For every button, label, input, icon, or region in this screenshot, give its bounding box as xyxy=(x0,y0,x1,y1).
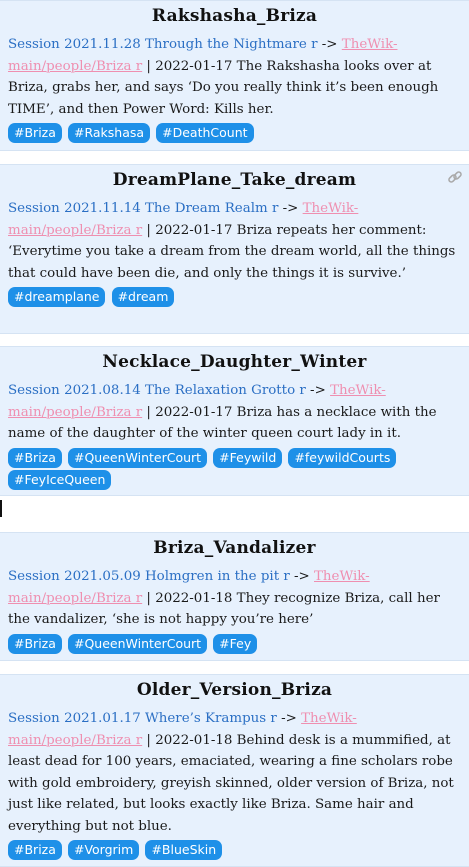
tag[interactable]: #Feywild xyxy=(213,447,283,468)
note-card: Briza_Vandalizer Session 2021.05.09 Holm… xyxy=(0,532,469,661)
card-title: Necklace_Daughter_Winter xyxy=(102,352,367,372)
card-text: Session 2021.08.14 The Relaxation Grotto… xyxy=(0,380,469,445)
tag[interactable]: #DeathCount xyxy=(156,123,254,143)
tag[interactable]: #Briza xyxy=(8,123,62,143)
tag-list: #Briza #Rakshasa #DeathCount xyxy=(0,120,469,144)
arrow: -> xyxy=(278,201,303,216)
tag[interactable]: #Fey xyxy=(213,633,258,654)
tag[interactable]: #QueenWinterCourt xyxy=(67,447,208,468)
card-title: Briza_Vandalizer xyxy=(153,538,316,558)
tag-list: #Briza #QueenWinterCourt #Feywild #feywi… xyxy=(0,445,469,491)
card-title: Older_Version_Briza xyxy=(136,680,333,700)
session-link[interactable]: Session 2021.08.14 The Relaxation Grotto… xyxy=(8,383,306,398)
tag[interactable]: #Vorgrim xyxy=(67,840,140,860)
tag-list: #Briza #Vorgrim #BlueSkin xyxy=(0,837,469,861)
tag[interactable]: #dream xyxy=(111,287,175,307)
session-link[interactable]: Session 2021.05.09 Holmgren in the pit r xyxy=(8,569,290,584)
separator: | xyxy=(142,404,156,420)
tag-list: #Briza #QueenWinterCourt #Fey xyxy=(0,631,469,655)
note-card: Necklace_Daughter_Winter Session 2021.08… xyxy=(0,346,469,496)
card-text: Session 2021.11.28 Through the Nightmare… xyxy=(0,34,469,120)
tag[interactable]: #Briza xyxy=(8,840,62,860)
arrow: -> xyxy=(276,711,302,726)
text-cursor xyxy=(0,500,2,517)
tag[interactable]: #Briza xyxy=(8,447,62,468)
card-title: DreamPlane_Take_dream xyxy=(112,170,357,190)
tag[interactable]: #dreamplane xyxy=(8,287,106,307)
card-text: Session 2021.01.17 Where’s Krampus r -> … xyxy=(0,708,469,837)
tag-list: #dreamplane #dream xyxy=(0,284,469,308)
tag[interactable]: #Rakshasa xyxy=(67,123,151,143)
card-title: Rakshasha_Briza xyxy=(151,6,318,26)
tag[interactable]: #FeyIceQueen xyxy=(8,469,112,490)
arrow: -> xyxy=(289,569,314,584)
session-link[interactable]: Session 2021.11.28 Through the Nightmare… xyxy=(8,37,318,52)
separator: | xyxy=(142,222,156,238)
note-card: Older_Version_Briza Session 2021.01.17 W… xyxy=(0,674,469,867)
separator: | xyxy=(142,58,156,74)
note-card: Rakshasha_Briza Session 2021.11.28 Throu… xyxy=(0,0,469,151)
separator: | xyxy=(142,732,156,748)
card-text: Session 2021.11.14 The Dream Realm r -> … xyxy=(0,198,469,284)
session-link[interactable]: Session 2021.11.14 The Dream Realm r xyxy=(8,201,278,216)
arrow: -> xyxy=(317,37,342,52)
tag[interactable]: #QueenWinterCourt xyxy=(67,633,208,654)
separator: | xyxy=(142,590,156,606)
tag[interactable]: #feywildCourts xyxy=(288,447,397,468)
link-icon[interactable] xyxy=(447,169,463,185)
note-card: DreamPlane_Take_dream Session 2021.11.14… xyxy=(0,164,469,334)
tag[interactable]: #Briza xyxy=(8,633,62,654)
session-link[interactable]: Session 2021.01.17 Where’s Krampus r xyxy=(8,711,277,726)
card-text: Session 2021.05.09 Holmgren in the pit r… xyxy=(0,566,469,631)
tag[interactable]: #BlueSkin xyxy=(145,840,223,860)
arrow: -> xyxy=(305,383,331,398)
